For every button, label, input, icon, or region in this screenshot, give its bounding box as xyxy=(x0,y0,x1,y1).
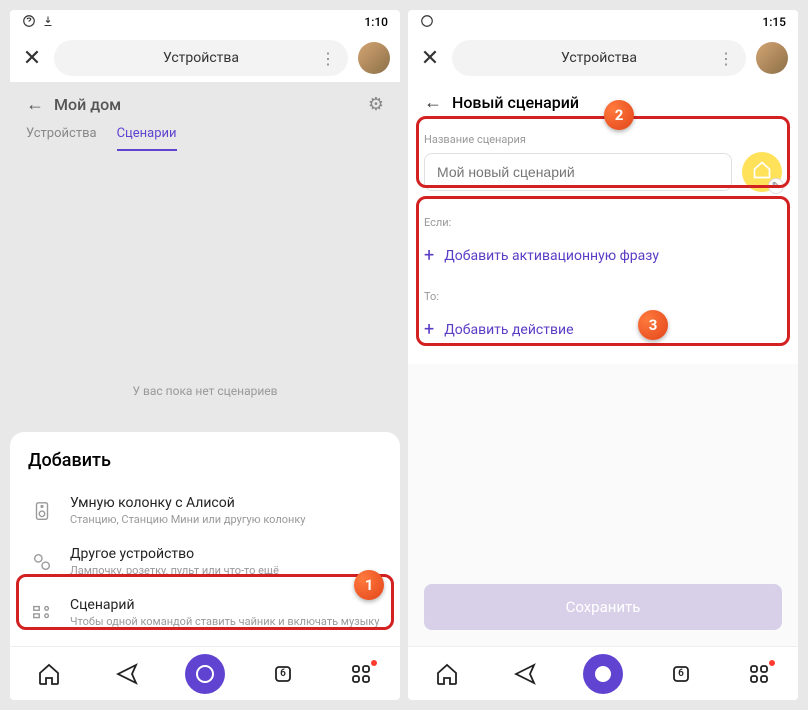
sheet-item-desc: Станцию, Станцию Мини или другую колонку xyxy=(70,513,382,526)
bottom-nav: 6 xyxy=(10,646,400,700)
nav-send-icon[interactable] xyxy=(107,654,147,694)
status-bar: 1:15 xyxy=(408,10,798,34)
gear-icon[interactable]: ⚙ xyxy=(368,94,384,115)
whatsapp-icon xyxy=(420,14,434,31)
header-title: Устройства xyxy=(561,50,637,66)
sheet-item-speaker[interactable]: Умную колонку с Алисой Станцию, Станцию … xyxy=(10,485,400,536)
add-action-button[interactable]: + Добавить действие xyxy=(424,309,782,350)
clock-time: 1:10 xyxy=(364,15,388,29)
header-pill[interactable]: Устройства ⋮ xyxy=(452,40,746,76)
nav-tabs-count: 6 xyxy=(280,668,286,679)
avatar[interactable] xyxy=(756,42,788,74)
empty-text: У вас пока нет сценариев xyxy=(133,384,278,398)
avatar[interactable] xyxy=(358,42,390,74)
badge-1: 1 xyxy=(354,570,384,600)
scenario-name-input[interactable] xyxy=(424,153,732,191)
save-button[interactable]: Сохранить xyxy=(424,584,782,630)
download-icon xyxy=(42,15,54,30)
add-sheet: Добавить Умную колонку с Алисой Станцию,… xyxy=(10,432,400,646)
nav-tabs-icon[interactable]: 6 xyxy=(661,654,701,694)
name-section: Название сценария ✎ xyxy=(408,123,798,206)
nav-home-icon[interactable] xyxy=(427,654,467,694)
nav-menu-icon[interactable] xyxy=(739,654,779,694)
add-action-label: Добавить действие xyxy=(444,322,573,338)
nav-tabs-count: 6 xyxy=(678,668,684,679)
clock-time: 1:15 xyxy=(762,15,786,29)
phone-left: 1:10 ✕ Устройства ⋮ ← Мой дом ⚙ Устройст… xyxy=(10,10,400,700)
then-label: То: xyxy=(424,290,782,303)
device-icon xyxy=(28,548,56,576)
sheet-item-desc: Чтобы одной командой ставить чайник и вк… xyxy=(70,615,382,628)
header-title: Устройства xyxy=(163,50,239,66)
scenario-icon xyxy=(28,599,56,627)
nav-alice-icon[interactable] xyxy=(185,654,225,694)
tab-scenarios[interactable]: Сценарии xyxy=(117,126,177,151)
sheet-item-label: Другое устройство xyxy=(70,546,382,562)
notification-dot xyxy=(769,660,775,666)
speaker-icon xyxy=(28,497,56,525)
scenario-icon-button[interactable]: ✎ xyxy=(742,152,782,192)
add-phrase-label: Добавить активационную фразу xyxy=(444,248,659,264)
dimmed-backdrop: ← Мой дом ⚙ Устройства Сценарии У вас по… xyxy=(10,82,400,700)
if-label: Если: xyxy=(424,216,782,229)
back-icon[interactable]: ← xyxy=(424,92,442,113)
nav-send-icon[interactable] xyxy=(505,654,545,694)
sheet-title: Добавить xyxy=(10,450,400,485)
sheet-item-label: Сценарий xyxy=(70,597,382,613)
page-title: Мой дом xyxy=(54,95,368,114)
nav-alice-icon[interactable] xyxy=(583,654,623,694)
sheet-item-scenario[interactable]: Сценарий Чтобы одной командой ставить ча… xyxy=(10,587,400,638)
more-icon[interactable]: ⋮ xyxy=(718,49,734,68)
app-header: ✕ Устройства ⋮ xyxy=(408,34,798,82)
tab-devices[interactable]: Устройства xyxy=(26,126,97,151)
nav-menu-icon[interactable] xyxy=(341,654,381,694)
bottom-nav: 6 xyxy=(408,646,798,700)
sheet-item-desc: Лампочку, розетку, пульт или что-то ещё xyxy=(70,564,382,577)
sheet-item-device[interactable]: Другое устройство Лампочку, розетку, пул… xyxy=(10,536,400,587)
notification-dot xyxy=(371,660,377,666)
status-bar: 1:10 xyxy=(10,10,400,34)
name-label: Название сценария xyxy=(424,133,782,146)
nav-home-icon[interactable] xyxy=(29,654,69,694)
close-icon[interactable]: ✕ xyxy=(20,46,44,71)
sheet-item-label: Умную колонку с Алисой xyxy=(70,495,382,511)
close-icon[interactable]: ✕ xyxy=(418,46,442,71)
pencil-icon: ✎ xyxy=(768,178,784,194)
if-section: Если: + Добавить активационную фразу То:… xyxy=(408,206,798,364)
plus-icon: + xyxy=(424,319,434,340)
more-icon[interactable]: ⋮ xyxy=(320,49,336,68)
whatsapp-icon xyxy=(22,14,36,31)
phone-right: 1:15 ✕ Устройства ⋮ ← Новый сценарий Наз… xyxy=(408,10,798,700)
page-title: Новый сценарий xyxy=(452,93,579,112)
app-header: ✕ Устройства ⋮ xyxy=(10,34,400,82)
add-phrase-button[interactable]: + Добавить активационную фразу xyxy=(424,235,782,276)
badge-3: 3 xyxy=(638,310,668,340)
back-icon[interactable]: ← xyxy=(26,94,44,115)
plus-icon: + xyxy=(424,245,434,266)
content-header: ← Новый сценарий xyxy=(408,82,798,123)
badge-2: 2 xyxy=(604,100,634,130)
header-pill[interactable]: Устройства ⋮ xyxy=(54,40,348,76)
nav-tabs-icon[interactable]: 6 xyxy=(263,654,303,694)
